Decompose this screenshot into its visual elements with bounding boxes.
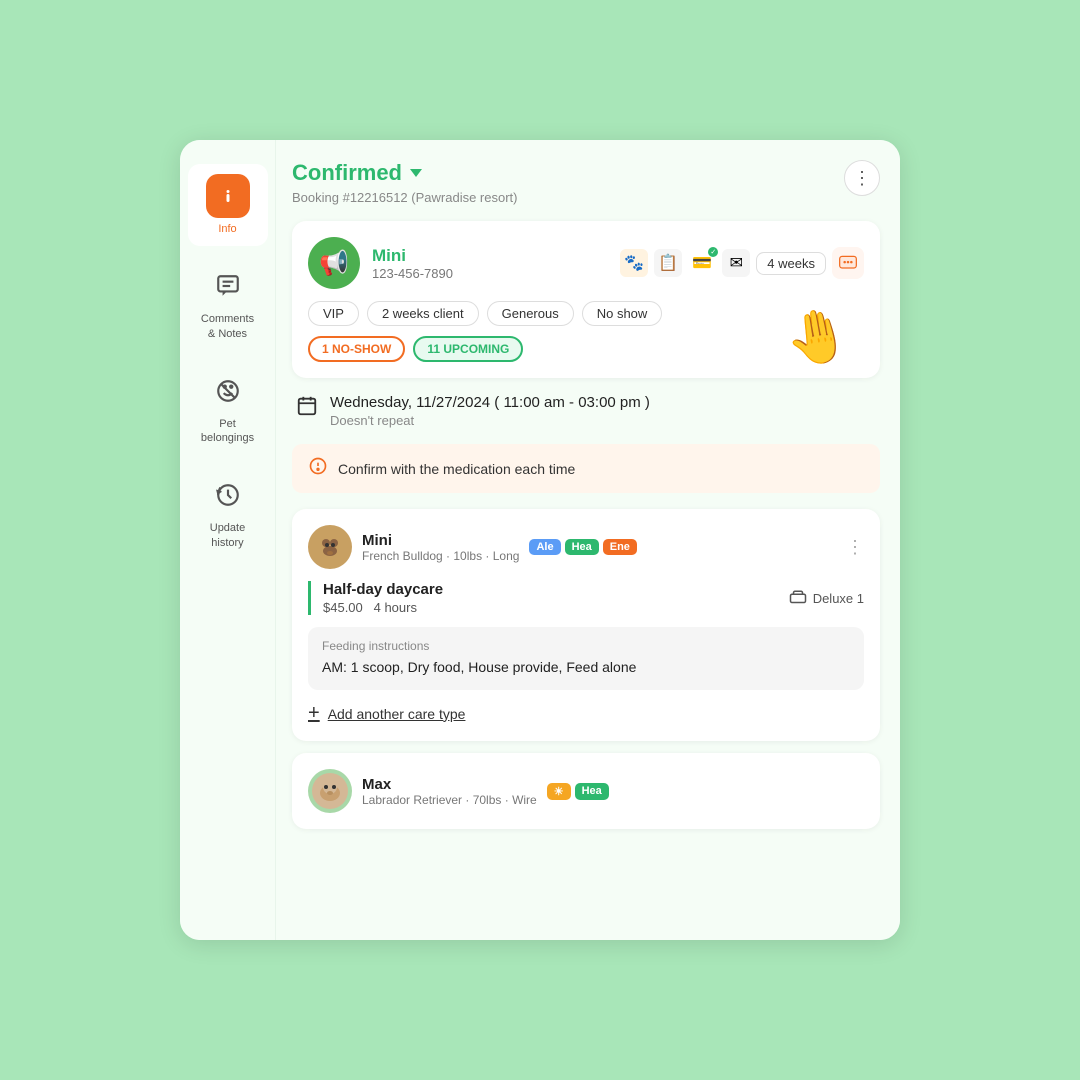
- booking-status: Confirmed Booking #12216512 (Pawradise r…: [292, 160, 518, 205]
- info-icon-bg: [206, 174, 250, 218]
- pet-owner-phone: 123-456-7890: [372, 266, 608, 281]
- more-options-icon: ⋮: [853, 169, 871, 187]
- feeding-label: Feeding instructions: [322, 639, 850, 653]
- appointment-date-row: Wednesday, 11/27/2024 ( 11:00 am - 03:00…: [292, 394, 880, 428]
- preview-pet-name: Max: [362, 776, 537, 793]
- card-icon-btn[interactable]: 💳 ✓: [688, 249, 716, 277]
- add-care-type-button[interactable]: + Add another care type: [308, 702, 864, 725]
- service-more-button[interactable]: ⋮: [846, 537, 864, 558]
- service-pet-detail: French Bulldog · 10lbs · Long: [362, 549, 519, 563]
- tag-ale: Ale: [529, 539, 560, 555]
- add-care-label: Add another care type: [328, 706, 466, 722]
- service-tags: Ale Hea Ene: [529, 539, 637, 555]
- preview-pet-info: Max Labrador Retriever · 70lbs · Wire: [362, 776, 537, 807]
- pet-owner-name[interactable]: Mini: [372, 246, 608, 266]
- sidebar-label-comments: Comments& Notes: [201, 312, 254, 341]
- appointment-date: Wednesday, 11/27/2024 ( 11:00 am - 03:00…: [330, 394, 650, 411]
- main-content: Confirmed Booking #12216512 (Pawradise r…: [276, 140, 900, 940]
- preview-pet-detail: Labrador Retriever · 70lbs · Wire: [362, 793, 537, 807]
- status-title: Confirmed: [292, 160, 518, 186]
- status-text: Confirmed: [292, 160, 402, 186]
- sidebar: Info Comments& Notes: [180, 140, 276, 940]
- booking-location: (Pawradise resort): [411, 190, 517, 205]
- chat-icon-btn[interactable]: [832, 247, 864, 279]
- service-pet-header: Mini French Bulldog · 10lbs · Long Ale H…: [308, 525, 864, 569]
- more-options-button[interactable]: ⋮: [844, 160, 880, 196]
- notes-icon-btn[interactable]: 📋: [654, 249, 682, 277]
- room-label: Deluxe 1: [813, 591, 864, 606]
- feeding-text: AM: 1 scoop, Dry food, House provide, Fe…: [322, 657, 850, 678]
- pet-owner-info: Mini 123-456-7890: [372, 246, 608, 281]
- service-name: Half-day daycare: [323, 581, 789, 598]
- pet-owner-header: 📢 Mini 123-456-7890 🐾 📋 💳 ✓ ✉ 4 weeks: [308, 237, 864, 289]
- pet-owner-card: 📢 Mini 123-456-7890 🐾 📋 💳 ✓ ✉ 4 weeks: [292, 221, 880, 378]
- booking-subtitle: Booking #12216512 (Pawradise resort): [292, 190, 518, 205]
- badge-upcoming[interactable]: 11 UPCOMING: [413, 336, 523, 362]
- comments-icon: [206, 264, 250, 308]
- sidebar-item-update-history[interactable]: Updatehistory: [188, 463, 268, 560]
- tag-sun: ☀: [547, 783, 571, 800]
- tag-hea2: Hea: [575, 783, 609, 800]
- mail-icon-btn[interactable]: ✉: [722, 249, 750, 277]
- alert-banner: Confirm with the medication each time: [292, 444, 880, 493]
- alert-text: Confirm with the medication each time: [338, 461, 575, 477]
- pet-belongings-icon: [206, 369, 250, 413]
- paw-icon-btn[interactable]: 🐾: [620, 249, 648, 277]
- service-pet-avatar-mini: [308, 525, 352, 569]
- tag-vip: VIP: [308, 301, 359, 326]
- preview-service-tags: ☀ Hea: [547, 783, 609, 800]
- add-care-plus-icon: +: [308, 702, 320, 725]
- preview-pet-header: Max Labrador Retriever · 70lbs · Wire ☀ …: [308, 769, 864, 813]
- service-info: Half-day daycare $45.00 4 hours: [323, 581, 789, 615]
- sidebar-label-update-history: Updatehistory: [210, 521, 245, 550]
- sidebar-label-pet-belongings: Petbelongings: [201, 417, 254, 446]
- update-history-icon: [206, 473, 250, 517]
- app-container: Info Comments& Notes: [180, 140, 900, 940]
- sidebar-item-comments[interactable]: Comments& Notes: [188, 254, 268, 351]
- booking-id: Booking #12216512: [292, 190, 408, 205]
- pet-owner-icons: 🐾 📋 💳 ✓ ✉ 4 weeks: [620, 247, 864, 279]
- action-badges: 1 NO-SHOW 11 UPCOMING: [308, 336, 864, 362]
- sidebar-item-info[interactable]: Info: [188, 164, 268, 246]
- service-card-max: Max Labrador Retriever · 70lbs · Wire ☀ …: [292, 753, 880, 829]
- pet-tags-row: VIP 2 weeks client Generous No show: [308, 301, 864, 326]
- pet-owner-avatar-emoji: 📢: [319, 249, 349, 278]
- service-line: Half-day daycare $45.00 4 hours Deluxe 1: [308, 581, 864, 615]
- feeding-box: Feeding instructions AM: 1 scoop, Dry fo…: [308, 627, 864, 690]
- weeks-badge: 4 weeks: [756, 252, 826, 275]
- alert-icon: [308, 456, 328, 481]
- booking-header: Confirmed Booking #12216512 (Pawradise r…: [292, 160, 880, 205]
- appointment-date-info: Wednesday, 11/27/2024 ( 11:00 am - 03:00…: [330, 394, 650, 428]
- status-chevron-icon[interactable]: [410, 169, 422, 177]
- tag-generous: Generous: [487, 301, 574, 326]
- service-pet-info-mini: Mini French Bulldog · 10lbs · Long: [362, 532, 519, 563]
- service-card-mini: Mini French Bulldog · 10lbs · Long Ale H…: [292, 509, 880, 741]
- tag-hea: Hea: [565, 539, 599, 555]
- tag-noshow: No show: [582, 301, 663, 326]
- preview-avatar-max: [308, 769, 352, 813]
- pet-owner-avatar: 📢: [308, 237, 360, 289]
- sidebar-label-info: Info: [218, 222, 236, 236]
- service-pet-name: Mini: [362, 532, 519, 549]
- service-room: Deluxe 1: [789, 589, 864, 607]
- tag-ene: Ene: [603, 539, 637, 555]
- calendar-icon: [296, 395, 318, 423]
- service-price: $45.00 4 hours: [323, 600, 789, 615]
- badge-no-show[interactable]: 1 NO-SHOW: [308, 336, 405, 362]
- tag-2weeks: 2 weeks client: [367, 301, 479, 326]
- appointment-repeat: Doesn't repeat: [330, 413, 650, 428]
- sidebar-item-pet-belongings[interactable]: Petbelongings: [188, 359, 268, 456]
